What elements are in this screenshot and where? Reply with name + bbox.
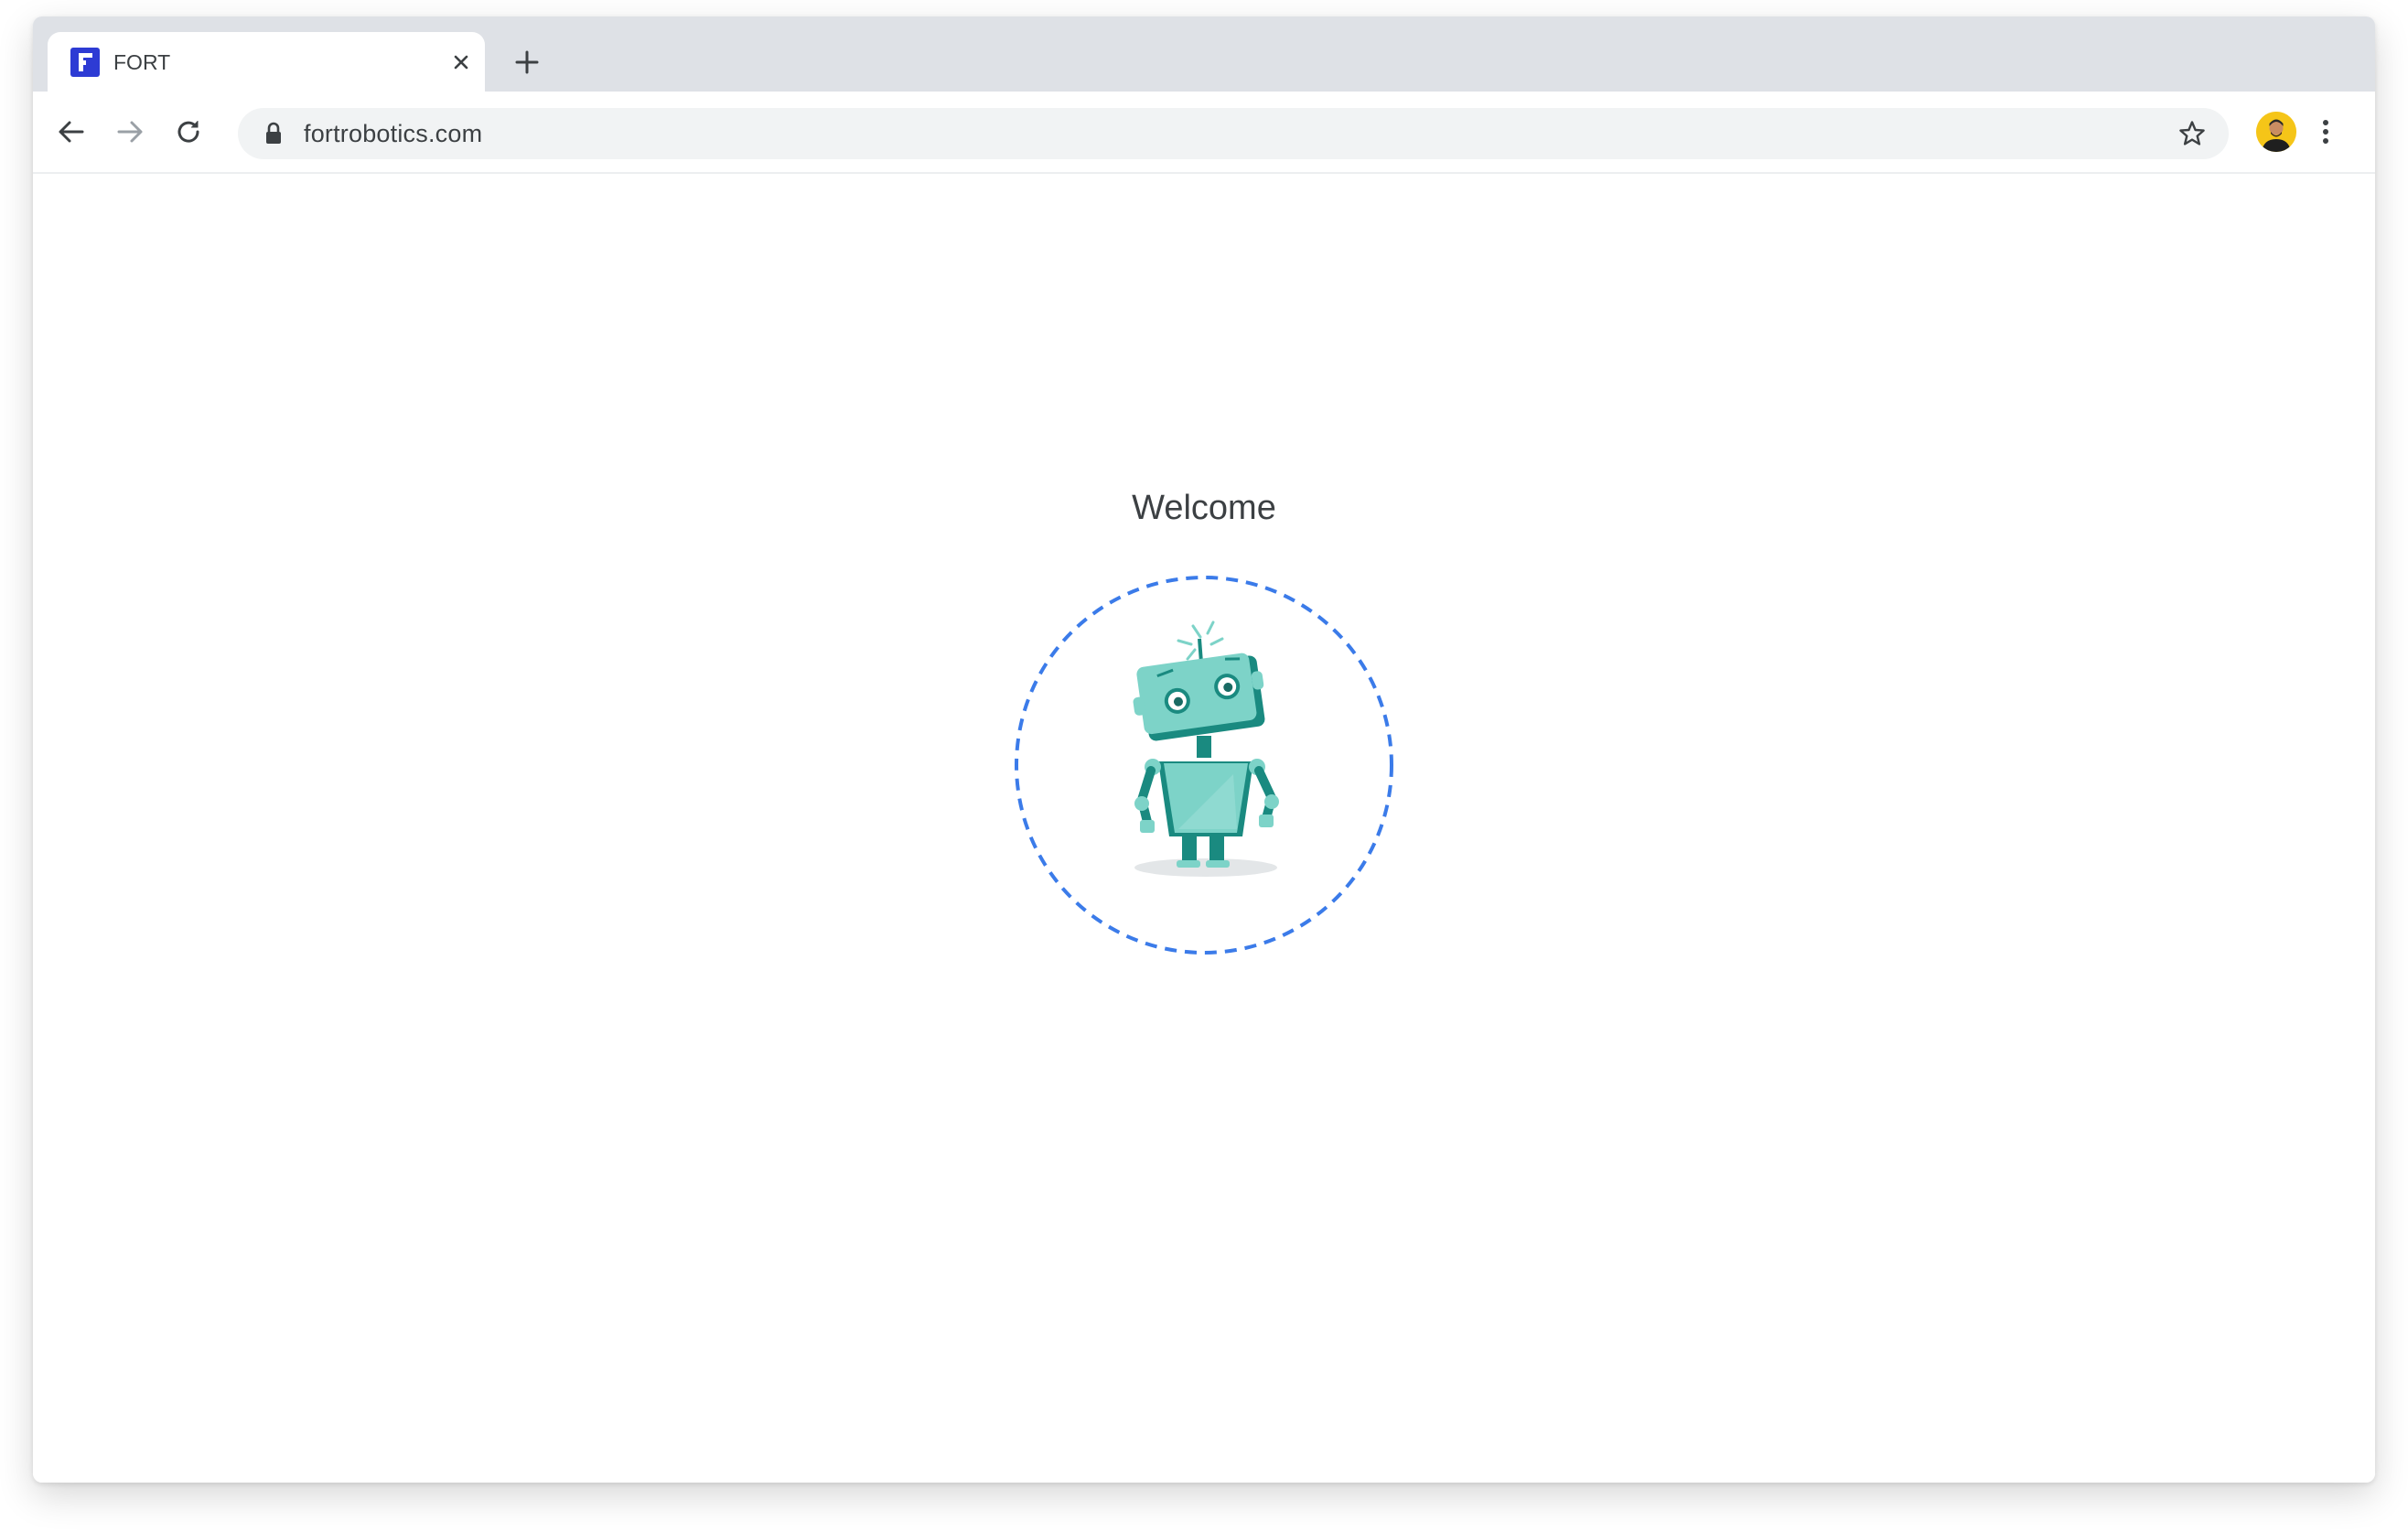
star-icon[interactable]: [2177, 119, 2207, 148]
avatar[interactable]: [2256, 112, 2296, 152]
url-text: fortrobotics.com: [304, 120, 483, 147]
arrow-right-icon: [117, 121, 143, 143]
page-content: Welcome: [33, 174, 2375, 1483]
tab-fort[interactable]: FORT: [48, 32, 485, 92]
tab-title: FORT: [113, 50, 171, 74]
forward-button[interactable]: [110, 112, 150, 152]
tab-strip: FORT: [33, 16, 2375, 92]
browser-window: FORT fortrobotics.com Welcome: [33, 16, 2375, 1483]
close-icon[interactable]: [446, 48, 476, 77]
page-title: Welcome: [1132, 489, 1276, 527]
reload-icon: [177, 121, 199, 143]
browser-toolbar: fortrobotics.com: [33, 92, 2375, 174]
profile-avatar-icon: [2256, 112, 2296, 152]
arrow-left-icon: [59, 121, 84, 143]
address-bar[interactable]: fortrobotics.com: [238, 108, 2229, 159]
robot-illustration: [1015, 576, 1393, 955]
kebab-menu-icon[interactable]: [2309, 115, 2342, 148]
plus-icon[interactable]: [511, 46, 543, 79]
fort-logo-icon: [70, 48, 100, 77]
lock-icon: [266, 122, 281, 144]
reload-button[interactable]: [168, 112, 209, 152]
back-button[interactable]: [51, 112, 91, 152]
